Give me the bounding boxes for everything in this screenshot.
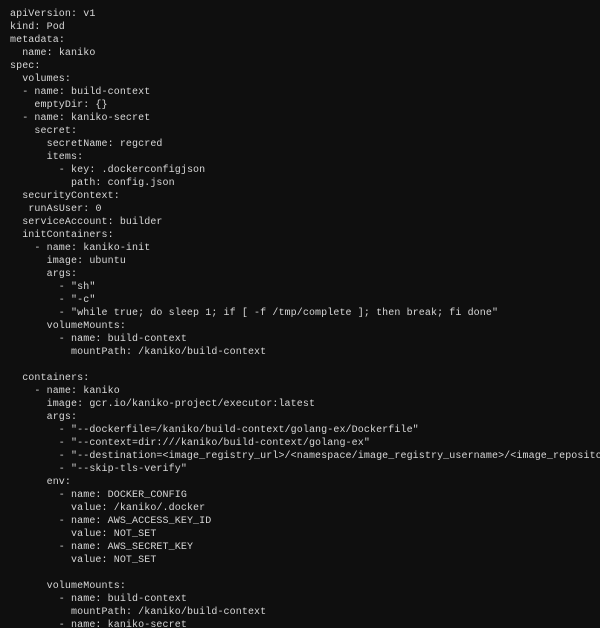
l-volumes: volumes: xyxy=(10,74,71,85)
l-vol1-item0-path: path: config.json xyxy=(10,178,175,189)
l-vol1-item0-key: - key: .dockerconfigjson xyxy=(10,165,205,176)
l-containers: containers: xyxy=(10,373,89,384)
l-c0-env1-value: value: NOT_SET xyxy=(10,529,156,540)
l-ic0-args: args: xyxy=(10,269,77,280)
l-ic0-vm0-name: - name: build-context xyxy=(10,334,187,345)
l-securityContext: securityContext: xyxy=(10,191,120,202)
l-c0-vm1-name: - name: kaniko-secret xyxy=(10,620,187,628)
l-ic0-vm0-mountPath: mountPath: /kaniko/build-context xyxy=(10,347,266,358)
l-c0-image: image: gcr.io/kaniko-project/executor:la… xyxy=(10,399,315,410)
l-ic0-image: image: ubuntu xyxy=(10,256,126,267)
l-c0-volumeMounts: volumeMounts: xyxy=(10,581,126,592)
l-ic0-name: - name: kaniko-init xyxy=(10,243,150,254)
l-c0-args: args: xyxy=(10,412,77,423)
l-ic0-volumeMounts: volumeMounts: xyxy=(10,321,126,332)
l-c0-vm0-mountPath: mountPath: /kaniko/build-context xyxy=(10,607,266,618)
l-c0-arg1: - "--context=dir:///kaniko/build-context… xyxy=(10,438,370,449)
l-c0-env0-name: - name: DOCKER_CONFIG xyxy=(10,490,187,501)
l-ic0-arg2: - "while true; do sleep 1; if [ -f /tmp/… xyxy=(10,308,498,319)
l-runAsUser: runAsUser: 0 xyxy=(10,204,102,215)
l-c0-env2-value: value: NOT_SET xyxy=(10,555,156,566)
l-serviceAccount: serviceAccount: builder xyxy=(10,217,163,228)
l-c0-env0-value: value: /kaniko/.docker xyxy=(10,503,205,514)
l-spec: spec: xyxy=(10,61,41,72)
l-ic0-arg1: - "-c" xyxy=(10,295,95,306)
l-vol0-name: - name: build-context xyxy=(10,87,150,98)
yaml-code-block: apiVersion: v1 kind: Pod metadata: name:… xyxy=(0,0,600,628)
l-initContainers: initContainers: xyxy=(10,230,114,241)
l-metadata: metadata: xyxy=(10,35,65,46)
l-c0-arg0: - "--dockerfile=/kaniko/build-context/go… xyxy=(10,425,419,436)
l-c0-env: env: xyxy=(10,477,71,488)
l-vol1-name: - name: kaniko-secret xyxy=(10,113,150,124)
l-c0-arg2: - "--destination=<image_registry_url>/<n… xyxy=(10,451,600,462)
l-c0-name: - name: kaniko xyxy=(10,386,120,397)
l-apiVersion: apiVersion: v1 xyxy=(10,9,95,20)
l-c0-env2-name: - name: AWS_SECRET_KEY xyxy=(10,542,193,553)
l-vol1-secret: secret: xyxy=(10,126,77,137)
l-c0-env1-name: - name: AWS_ACCESS_KEY_ID xyxy=(10,516,211,527)
l-ic0-arg0: - "sh" xyxy=(10,282,95,293)
l-c0-vm0-name: - name: build-context xyxy=(10,594,187,605)
l-vol1-items: items: xyxy=(10,152,83,163)
l-metadata-name: name: kaniko xyxy=(10,48,95,59)
l-vol1-secretName: secretName: regcred xyxy=(10,139,163,150)
l-kind: kind: Pod xyxy=(10,22,65,33)
l-vol0-emptyDir: emptyDir: {} xyxy=(10,100,108,111)
l-c0-arg3: - "--skip-tls-verify" xyxy=(10,464,187,475)
